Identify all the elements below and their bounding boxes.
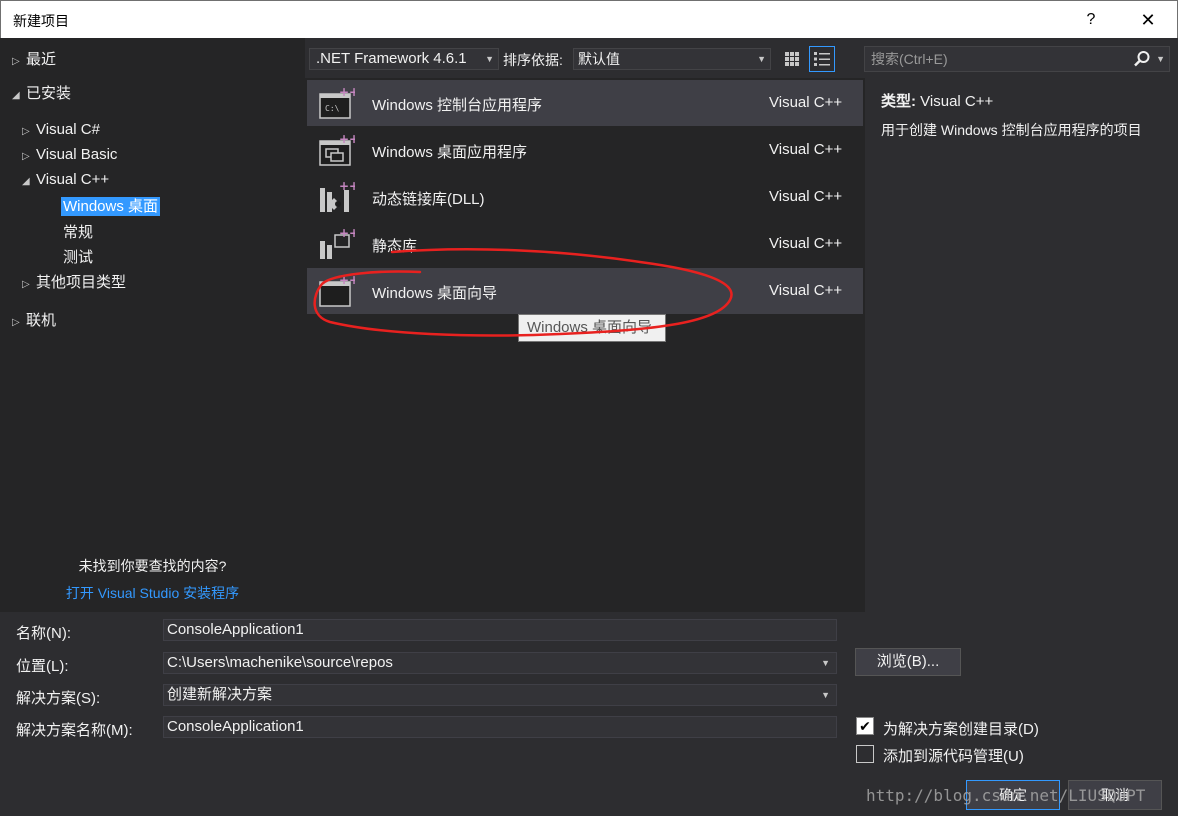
tree-item-online[interactable]: ▷ 联机 bbox=[12, 309, 56, 330]
dropdown-arrow-icon[interactable]: ▼ bbox=[1156, 47, 1165, 71]
template-toolbar: .NET Framework 4.6.1 ▼ 排序依据: 默认值 ▼ bbox=[305, 38, 865, 78]
solution-label: 解决方案(S): bbox=[16, 690, 101, 707]
dll-icon: ++ bbox=[320, 180, 355, 212]
search-placeholder: 搜索(Ctrl+E) bbox=[871, 51, 948, 67]
name-field[interactable]: ConsoleApplication1 bbox=[163, 619, 837, 641]
project-form: 名称(N): ConsoleApplication1 位置(L): C:\Use… bbox=[0, 612, 1178, 816]
tree-item-windows-desktop[interactable]: Windows 桌面 bbox=[61, 195, 161, 216]
sort-label: 排序依据: bbox=[503, 52, 563, 68]
list-view-button[interactable] bbox=[809, 46, 835, 72]
template-row-desktop-app[interactable]: ++ Windows 桌面应用程序 Visual C++ bbox=[307, 127, 863, 173]
framework-select[interactable]: .NET Framework 4.6.1 ▼ bbox=[309, 48, 499, 70]
template-row-desktop-wizard[interactable]: ++ Windows 桌面向导 Visual C++ bbox=[307, 268, 863, 314]
chevron-right-icon: ▷ bbox=[22, 151, 30, 162]
svg-text:++: ++ bbox=[339, 227, 355, 240]
template-tree: ▷ 最近 ◢ 已安装 ▷ Visual C# ▷ Visual Basic ◢ Visua… bbox=[0, 38, 305, 612]
template-lang: Visual C++ bbox=[769, 188, 843, 205]
desktop-app-icon: ++ bbox=[319, 133, 355, 166]
type-value: Visual C++ bbox=[920, 93, 994, 110]
template-name: Windows 桌面应用程序 bbox=[372, 144, 528, 161]
tree-item-installed[interactable]: ◢ 已安装 bbox=[12, 82, 71, 103]
dropdown-arrow-icon: ▼ bbox=[485, 54, 494, 64]
svg-text:C:\: C:\ bbox=[325, 104, 340, 113]
chevron-down-icon: ◢ bbox=[12, 90, 20, 101]
template-lang: Visual C++ bbox=[769, 235, 843, 252]
source-control-label: 添加到源代码管理(U) bbox=[883, 748, 1024, 765]
tree-item-visual-csharp[interactable]: ▷ Visual C# bbox=[22, 121, 100, 138]
browse-button[interactable]: 浏览(B)... bbox=[855, 648, 961, 676]
create-dir-checkbox[interactable]: ✔ bbox=[856, 717, 874, 735]
not-found-text: 未找到你要查找的内容? bbox=[78, 558, 227, 574]
template-tooltip: Windows 桌面向导 bbox=[518, 314, 666, 342]
description-type: 类型: Visual C++ bbox=[881, 90, 993, 111]
tree-item-other-types[interactable]: ▷ 其他项目类型 bbox=[22, 271, 126, 292]
template-lang: Visual C++ bbox=[769, 94, 843, 111]
template-description: 类型: Visual C++ 用于创建 Windows 控制台应用程序的项目 bbox=[865, 78, 1178, 612]
grid-view-icon bbox=[785, 52, 799, 66]
template-lang: Visual C++ bbox=[769, 141, 843, 158]
template-row-dll[interactable]: ++ 动态链接库(DLL) Visual C++ bbox=[307, 174, 863, 220]
location-label: 位置(L): bbox=[16, 658, 69, 675]
list-view-icon bbox=[814, 52, 830, 66]
console-app-icon: C:\ ++ bbox=[319, 86, 355, 119]
sort-select[interactable]: 默认值 ▼ bbox=[573, 48, 771, 70]
solution-value: 创建新解决方案 bbox=[167, 686, 273, 703]
tree-item-visual-basic[interactable]: ▷ Visual Basic bbox=[22, 146, 117, 163]
close-button[interactable]: ✕ bbox=[1131, 5, 1165, 35]
tree-item-general[interactable]: 常规 bbox=[63, 221, 93, 242]
tree-item-test[interactable]: 测试 bbox=[63, 246, 93, 267]
description-text: 用于创建 Windows 控制台应用程序的项目 bbox=[881, 122, 1142, 138]
solution-name-value: ConsoleApplication1 bbox=[167, 718, 304, 735]
name-value: ConsoleApplication1 bbox=[167, 621, 304, 638]
tree-item-recent[interactable]: ▷ 最近 bbox=[12, 48, 56, 69]
static-lib-icon: ++ bbox=[320, 227, 355, 259]
template-lang: Visual C++ bbox=[769, 282, 843, 299]
type-label: 类型: bbox=[881, 93, 916, 110]
location-field[interactable]: C:\Users\machenike\source\repos ▼ bbox=[163, 652, 837, 674]
chevron-right-icon: ▷ bbox=[12, 56, 20, 67]
template-list: C:\ ++ Windows 控制台应用程序 Visual C++ ++ Win… bbox=[305, 78, 865, 612]
title-bar: 新建项目 ? ✕ bbox=[0, 0, 1178, 38]
dropdown-arrow-icon[interactable]: ▼ bbox=[821, 653, 830, 673]
window-title: 新建项目 bbox=[13, 13, 69, 29]
tree-item-visual-cpp[interactable]: ◢ Visual C++ bbox=[22, 171, 109, 188]
location-value: C:\Users\machenike\source\repos bbox=[167, 654, 393, 671]
ok-button[interactable]: 确定 bbox=[966, 780, 1060, 810]
template-name: Windows 桌面向导 bbox=[372, 285, 498, 302]
template-name: 动态链接库(DLL) bbox=[372, 191, 485, 208]
dropdown-arrow-icon: ▼ bbox=[757, 54, 766, 64]
search-icon[interactable] bbox=[1133, 50, 1151, 68]
checkmark-icon: ✔ bbox=[859, 718, 871, 734]
solution-name-label: 解决方案名称(M): bbox=[16, 722, 133, 739]
help-button[interactable]: ? bbox=[1079, 7, 1103, 33]
cancel-button[interactable]: 取消 bbox=[1068, 780, 1162, 810]
source-control-checkbox[interactable] bbox=[856, 745, 874, 763]
chevron-down-icon: ◢ bbox=[22, 176, 30, 187]
desktop-wizard-icon: ++ bbox=[319, 274, 355, 307]
dropdown-arrow-icon[interactable]: ▼ bbox=[821, 685, 830, 705]
template-name: Windows 控制台应用程序 bbox=[372, 97, 543, 114]
name-label: 名称(N): bbox=[16, 625, 71, 642]
framework-value: .NET Framework 4.6.1 bbox=[316, 50, 467, 67]
search-input[interactable]: 搜索(Ctrl+E) ▼ bbox=[864, 46, 1170, 72]
grid-view-button[interactable] bbox=[779, 46, 805, 72]
create-dir-label: 为解决方案创建目录(D) bbox=[883, 721, 1039, 738]
svg-text:++: ++ bbox=[339, 180, 355, 193]
chevron-right-icon: ▷ bbox=[22, 279, 30, 290]
open-installer-link[interactable]: 打开 Visual Studio 安装程序 bbox=[0, 583, 305, 603]
svg-text:++: ++ bbox=[339, 86, 355, 99]
chevron-right-icon: ▷ bbox=[12, 317, 20, 328]
svg-text:++: ++ bbox=[339, 133, 355, 146]
template-name: 静态库 bbox=[372, 238, 418, 255]
svg-text:++: ++ bbox=[339, 274, 355, 287]
template-row-console[interactable]: C:\ ++ Windows 控制台应用程序 Visual C++ bbox=[307, 80, 863, 126]
sort-value: 默认值 bbox=[578, 51, 620, 67]
solution-select[interactable]: 创建新解决方案 ▼ bbox=[163, 684, 837, 706]
solution-name-field[interactable]: ConsoleApplication1 bbox=[163, 716, 837, 738]
chevron-right-icon: ▷ bbox=[22, 126, 30, 137]
template-row-static-lib[interactable]: ++ 静态库 Visual C++ bbox=[307, 221, 863, 267]
